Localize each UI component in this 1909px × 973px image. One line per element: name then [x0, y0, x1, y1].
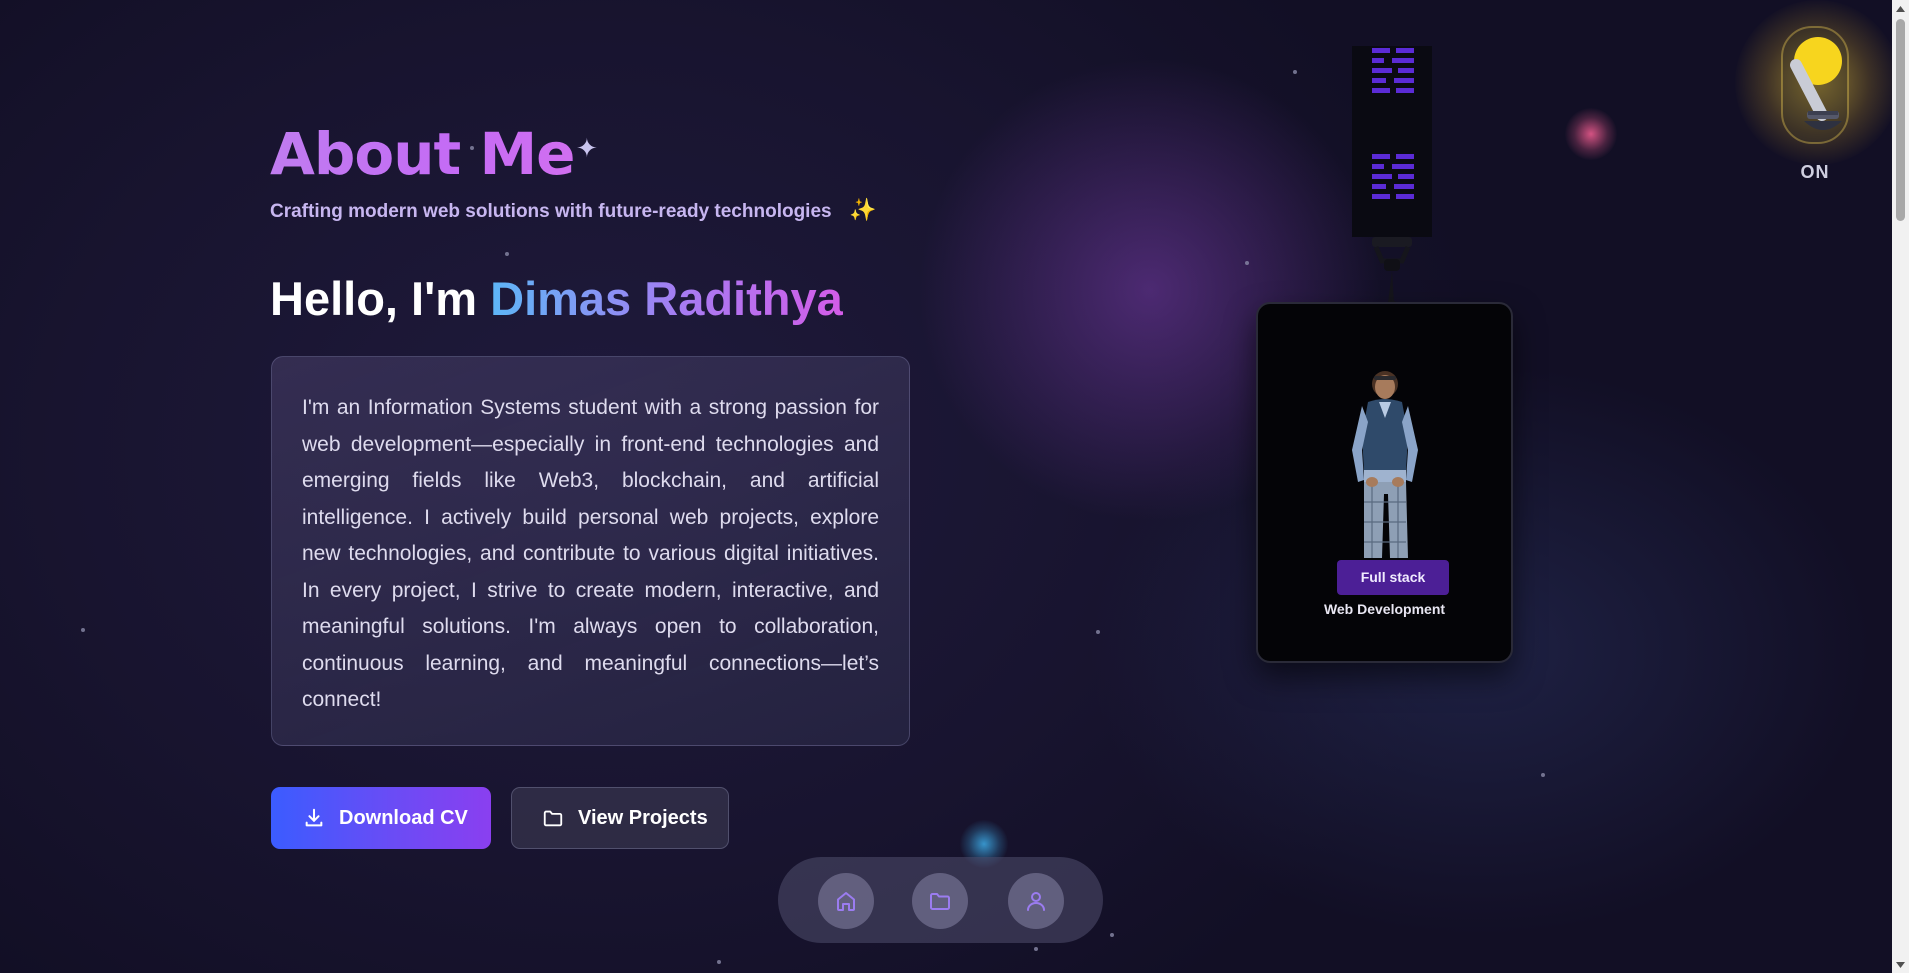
lamp-switch-icon: [1781, 26, 1849, 144]
star-dot: [1034, 947, 1038, 951]
bio-card: I'm an Information Systems student with …: [271, 356, 910, 746]
star-dot: [1096, 630, 1100, 634]
toggle-state-label: ON: [1800, 162, 1830, 182]
greeting-prefix: Hello, I'm: [270, 272, 478, 325]
theme-toggle-switch[interactable]: [1780, 25, 1850, 145]
star-dot: [1245, 261, 1249, 265]
star-dot: [81, 628, 85, 632]
star-dot: [717, 960, 721, 964]
view-projects-label: View Projects: [578, 806, 708, 829]
lanyard-strap: [1352, 46, 1432, 237]
folder-icon: [930, 893, 950, 910]
profile-photo: [1352, 371, 1418, 558]
scroll-up-arrow-icon[interactable]: [1892, 0, 1909, 17]
id-card[interactable]: Full stack Web Development: [1256, 302, 1513, 663]
page-subtitle: Crafting modern web solutions with futur…: [270, 201, 832, 222]
download-cv-label: Download CV: [339, 806, 468, 829]
page-scrollbar[interactable]: [1892, 0, 1909, 973]
role-subtitle: Web Development: [1323, 601, 1446, 617]
user-icon: [1027, 892, 1045, 911]
owner-name: Dimas Radithya: [490, 272, 843, 325]
star-dot: [1541, 773, 1545, 777]
scrollbar-thumb[interactable]: [1896, 19, 1905, 221]
bio-text: I'm an Information Systems student with …: [302, 396, 879, 711]
folder-icon: [542, 807, 564, 829]
pink-glow-orb: [1565, 108, 1617, 160]
page-title: About Me: [270, 116, 576, 192]
download-icon: [303, 807, 325, 829]
nav-home-button[interactable]: [818, 873, 874, 929]
strap-pattern: [1372, 154, 1414, 199]
star-dot: [1293, 70, 1297, 74]
star-dot: [1110, 933, 1114, 937]
sparkles-emoji-icon: ✨: [849, 198, 877, 223]
greeting-heading: Hello, I'm Dimas Radithya: [270, 270, 843, 328]
sparkle-icon: ✦: [576, 134, 598, 164]
download-cv-button[interactable]: Download CV: [271, 787, 491, 849]
strap-pattern: [1372, 48, 1414, 93]
scroll-down-arrow-icon[interactable]: [1892, 956, 1909, 973]
view-projects-button[interactable]: View Projects: [511, 787, 729, 849]
star-dot: [505, 252, 509, 256]
nav-projects-button[interactable]: [912, 873, 968, 929]
role-badge: Full stack: [1337, 560, 1449, 595]
bottom-nav: [778, 857, 1103, 943]
nav-about-button[interactable]: [1008, 873, 1064, 929]
home-icon: [837, 892, 855, 911]
